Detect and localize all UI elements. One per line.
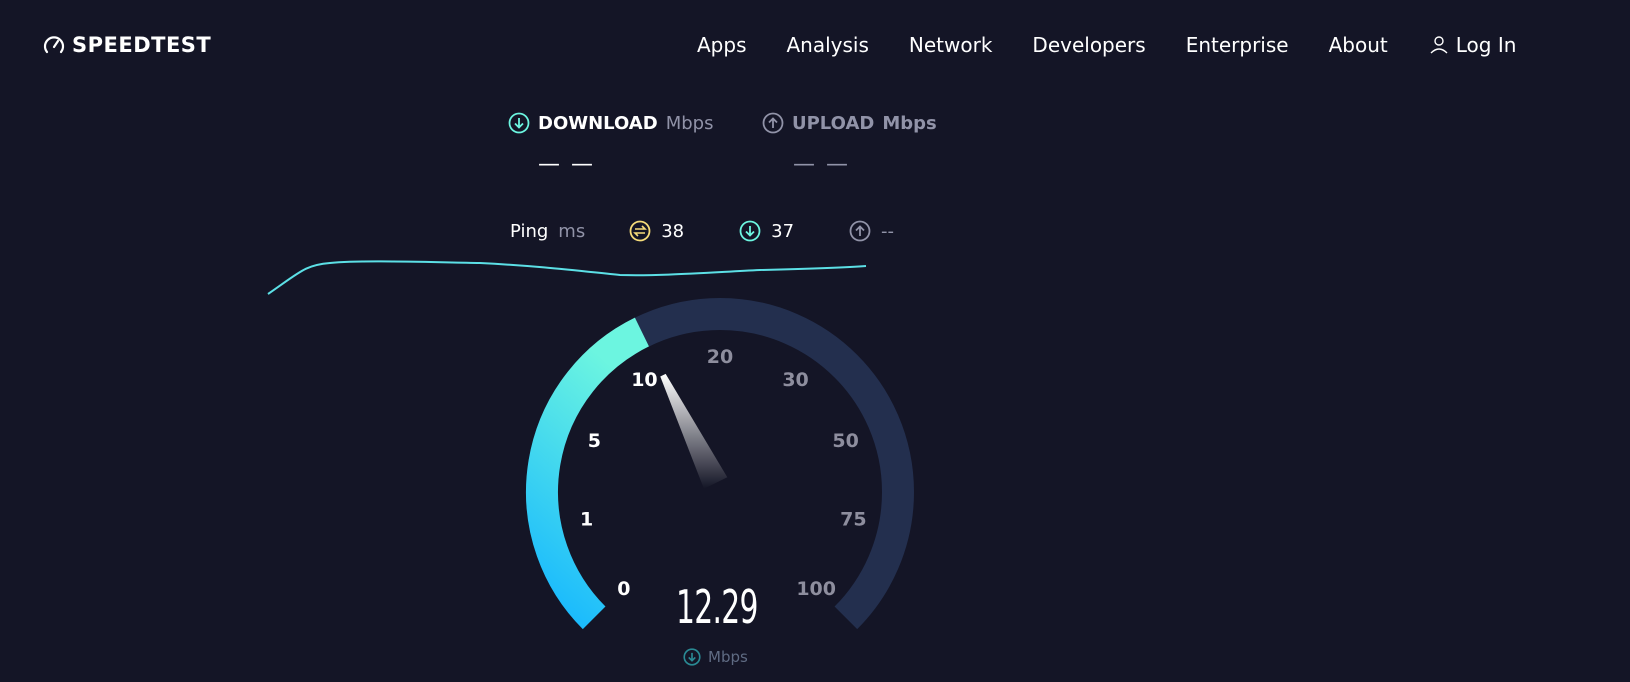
gauge-tick-0: 0 bbox=[617, 578, 630, 600]
speed-history-graph bbox=[267, 260, 867, 295]
gauge-area: 0 1 5 10 20 30 50 75 100 bbox=[267, 260, 914, 630]
gauge-tick-5: 5 bbox=[588, 430, 601, 452]
gauge-tick-20: 20 bbox=[707, 346, 733, 368]
gauge-progress bbox=[526, 317, 650, 630]
gauge-tick-75: 75 bbox=[840, 509, 866, 531]
current-speed: 12.29 bbox=[676, 580, 758, 634]
gauge-tick-100: 100 bbox=[796, 578, 836, 600]
speed-unit: Mbps bbox=[683, 648, 748, 666]
gauge-tick-1: 1 bbox=[580, 509, 593, 531]
gauge-tick-50: 50 bbox=[832, 430, 858, 452]
speed-unit-label: Mbps bbox=[708, 648, 748, 666]
download-icon bbox=[683, 648, 701, 666]
gauge-tick-10: 10 bbox=[631, 369, 657, 391]
gauge-needle bbox=[660, 373, 728, 489]
gauge-tick-30: 30 bbox=[782, 369, 808, 391]
